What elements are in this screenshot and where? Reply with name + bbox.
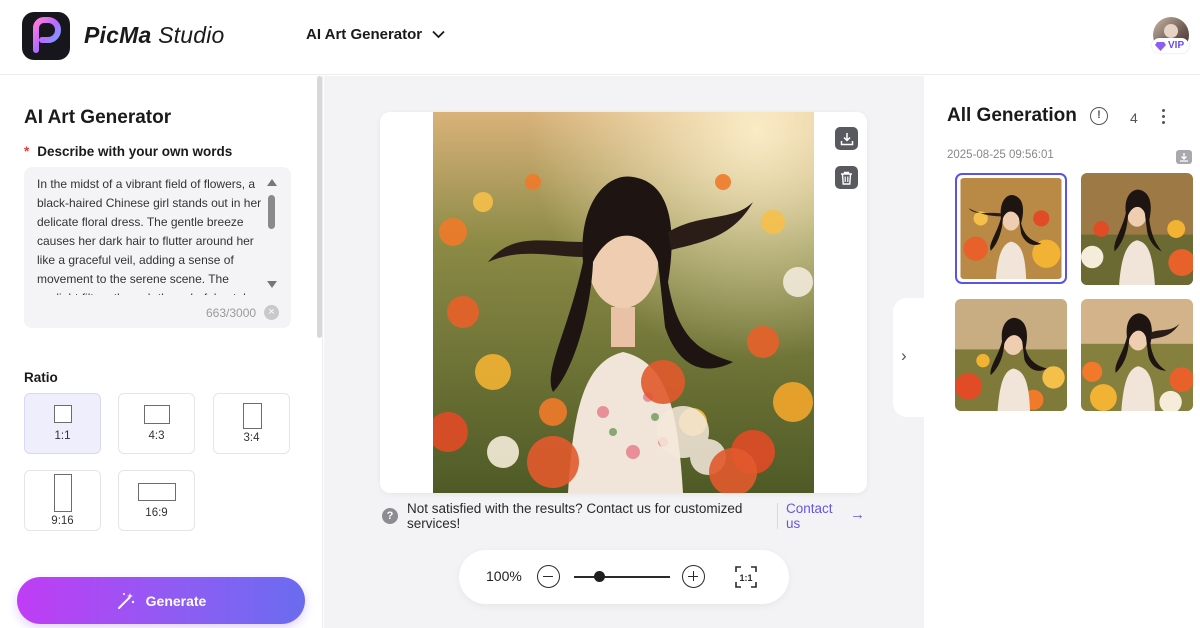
prompt-label-text: Describe with your own words [37, 144, 233, 159]
fit-actual-size-icon: 1:1 [735, 566, 757, 588]
info-icon[interactable]: ! [1090, 107, 1108, 125]
ratio-option-3-4[interactable]: 3:4 [213, 393, 290, 454]
ratio-option-9-16[interactable]: 9:16 [24, 470, 101, 531]
feedback-row: ? Not satisfied with the results? Contac… [380, 501, 867, 535]
contact-us-link[interactable]: Contact us [786, 501, 842, 531]
scroll-up-arrow-icon[interactable] [267, 179, 277, 186]
ratio-option-16-9[interactable]: 16:9 [118, 470, 195, 531]
magic-wand-icon [117, 592, 134, 609]
zoom-in-button[interactable] [682, 565, 705, 588]
zoom-slider-track[interactable] [574, 576, 670, 578]
ratio-label: Ratio [24, 370, 58, 385]
history-title: All Generation [947, 105, 1077, 126]
ratio-option-label: 9:16 [51, 515, 74, 527]
preview-area: ? Not satisfied with the results? Contac… [324, 76, 924, 628]
zoom-slider-thumb[interactable] [594, 571, 606, 582]
toggle-history-panel-button[interactable]: › [893, 298, 924, 417]
feedback-divider [777, 503, 778, 529]
scroll-down-arrow-icon[interactable] [267, 281, 277, 288]
ratio-square-icon [54, 405, 72, 423]
generate-button[interactable]: Generate [17, 577, 305, 624]
settings-panel-scrollbar[interactable] [317, 76, 322, 338]
ratio-portrait-icon [243, 403, 262, 429]
chevron-down-icon [432, 30, 445, 39]
feedback-text: Not satisfied with the results? Contact … [407, 501, 743, 531]
vip-label: VIP [1168, 40, 1185, 51]
ratio-option-label: 16:9 [145, 507, 168, 519]
ratio-option-label: 3:4 [243, 432, 260, 444]
tool-selector-label: AI Art Generator [306, 26, 423, 43]
generation-thumbnail[interactable] [955, 299, 1067, 411]
generated-image-preview[interactable] [433, 112, 814, 493]
download-icon [840, 132, 853, 145]
ratio-option-label: 4:3 [148, 430, 165, 442]
tool-selector-dropdown[interactable]: AI Art Generator [306, 26, 445, 43]
question-icon: ? [382, 508, 398, 524]
brand-name-bold: PicMa [84, 22, 152, 48]
zoom-controls: 100% 1:1 [459, 550, 789, 604]
trash-icon [841, 171, 852, 185]
arrow-right-icon[interactable]: → [850, 506, 865, 523]
generation-thumbnail[interactable] [1081, 173, 1193, 285]
prompt-text[interactable]: In the midst of a vibrant field of flowe… [37, 175, 267, 295]
brand-name: PicMa Studio [84, 22, 225, 49]
ratio-option-label: 1:1 [54, 430, 71, 442]
required-mark: * [24, 144, 30, 159]
delete-image-button[interactable] [835, 166, 858, 189]
panel-title: AI Art Generator [24, 107, 172, 128]
picma-logo[interactable] [22, 12, 70, 60]
clear-prompt-icon[interactable]: × [264, 305, 279, 320]
ratio-wide-icon [138, 483, 176, 501]
generate-button-label: Generate [145, 592, 207, 609]
character-count: 663/3000 [206, 306, 257, 320]
generation-count: 4 [1130, 110, 1138, 126]
prompt-label: * Describe with your own words [24, 144, 232, 159]
generation-history-panel: All Generation ! 4 2025-08-25 09:56:01 [924, 76, 1200, 628]
more-options-icon[interactable] [1158, 107, 1170, 125]
prompt-scrollbar-thumb[interactable] [268, 195, 275, 229]
preview-canvas [380, 112, 867, 493]
download-image-button[interactable] [835, 127, 858, 150]
diamond-icon [1155, 41, 1166, 51]
actual-size-button[interactable]: 1:1 [735, 566, 757, 588]
zoom-out-button[interactable] [537, 565, 560, 588]
ratio-option-4-3[interactable]: 4:3 [118, 393, 195, 454]
batch-download-icon[interactable] [1176, 150, 1192, 164]
ratio-landscape-icon [144, 405, 170, 424]
generation-timestamp: 2025-08-25 09:56:01 [947, 149, 1054, 161]
prompt-textarea[interactable]: In the midst of a vibrant field of flowe… [24, 167, 291, 328]
generation-thumbnail[interactable] [1081, 299, 1193, 411]
generation-thumbnail[interactable] [955, 173, 1067, 284]
vip-badge[interactable]: VIP [1152, 38, 1190, 53]
top-header: PicMa Studio AI Art Generator VIP [0, 0, 1200, 75]
brand-name-light: Studio [158, 22, 225, 48]
fit-label: 1:1 [739, 573, 752, 583]
zoom-level: 100% [486, 568, 522, 584]
settings-panel: AI Art Generator * Describe with your own… [0, 76, 323, 628]
ratio-option-1-1[interactable]: 1:1 [24, 393, 101, 454]
ratio-tall-icon [54, 474, 72, 512]
chevron-right-icon: › [901, 346, 907, 365]
